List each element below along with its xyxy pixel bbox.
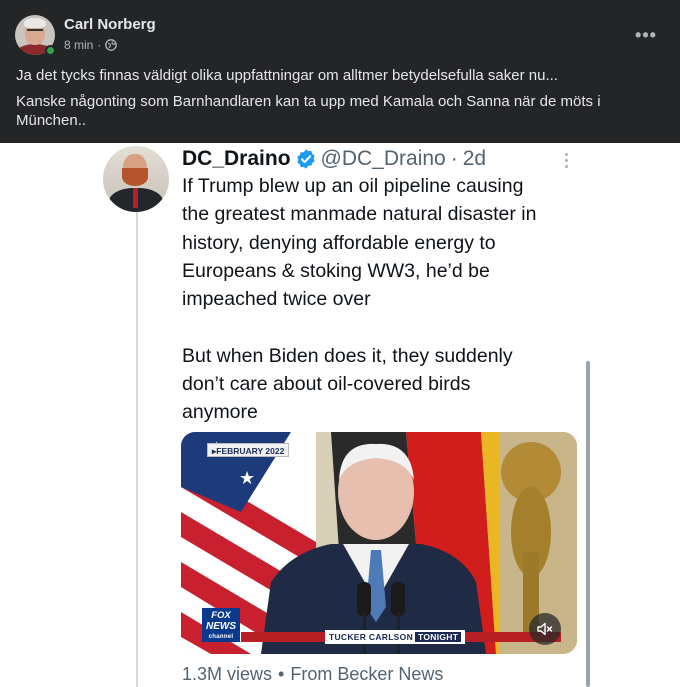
- lower-third-label: TUCKER CARLSON TONIGHT: [325, 630, 466, 644]
- verified-badge-icon: [296, 149, 315, 169]
- tweet-separator: ·: [450, 147, 458, 170]
- tweet-author-avatar: [103, 146, 169, 212]
- thread-line: [136, 209, 138, 687]
- tweet-header: DC_Draino @DC_Draino · 2d: [182, 146, 486, 172]
- tweet-line: If Trump blew up an oil pipeline causing: [182, 175, 524, 197]
- view-count: 1.3M views: [182, 664, 273, 684]
- show-name: TUCKER CARLSON: [329, 632, 414, 642]
- online-status-dot: [45, 45, 56, 56]
- tweet-handle: @DC_Draino: [320, 147, 446, 170]
- tweet-line: the greatest manmade natural disaster in: [182, 203, 537, 226]
- video-frame: ★ ★: [181, 432, 577, 654]
- stats-bullet: •: [278, 664, 285, 684]
- post-more-button[interactable]: •••: [630, 22, 662, 48]
- vertical-dots-icon: [557, 148, 575, 172]
- tweet-stats: 1.3M views • From Becker News: [182, 664, 443, 685]
- tweet-line: history, denying affordable energy to: [182, 231, 496, 254]
- tweet-line: don’t care about oil-covered birds: [182, 373, 471, 396]
- network-logo: FOX NEWS channel: [202, 608, 240, 642]
- tweet-author-name: DC_Draino: [182, 147, 291, 170]
- tweet-text: If Trump blew up an oil pipeline causing…: [182, 172, 592, 427]
- meta-separator: ·: [97, 38, 102, 52]
- svg-text:★: ★: [239, 468, 255, 489]
- tweet-line: Europeans & stoking WW3, he’d be: [182, 259, 490, 282]
- post-timestamp[interactable]: 8 min: [64, 38, 93, 52]
- post-text-line-2: Kanske någonting som Barnhandlaren kan t…: [16, 93, 601, 129]
- more-icon: •••: [635, 24, 657, 45]
- tweet-line: anymore: [182, 401, 258, 424]
- show-tag: TONIGHT: [415, 632, 462, 642]
- tweet-video: ★ ★: [181, 432, 577, 654]
- speaker-muted-icon: [537, 622, 553, 636]
- author-avatar[interactable]: [15, 15, 56, 56]
- tweet-line: But when Biden does it, they suddenly: [182, 344, 513, 367]
- date-badge: ▸FEBRUARY 2022: [207, 443, 290, 457]
- tweet-age: 2d: [462, 147, 487, 170]
- video-source: From Becker News: [290, 664, 444, 684]
- facebook-post: Carl Norberg 8 min · ••• Ja det tycks fi…: [0, 0, 680, 143]
- post-text-line-1: Ja det tycks finnas väldigt olika uppfat…: [16, 67, 558, 84]
- globe-icon[interactable]: [105, 39, 118, 51]
- scrollbar: [586, 361, 590, 687]
- tweet-screenshot: DC_Draino @DC_Draino · 2d If Trump blew …: [0, 143, 680, 687]
- mute-button: [529, 613, 561, 645]
- tweet-line: impeached twice over: [182, 288, 371, 311]
- post-meta: 8 min ·: [64, 38, 118, 52]
- author-name[interactable]: Carl Norberg: [64, 16, 156, 33]
